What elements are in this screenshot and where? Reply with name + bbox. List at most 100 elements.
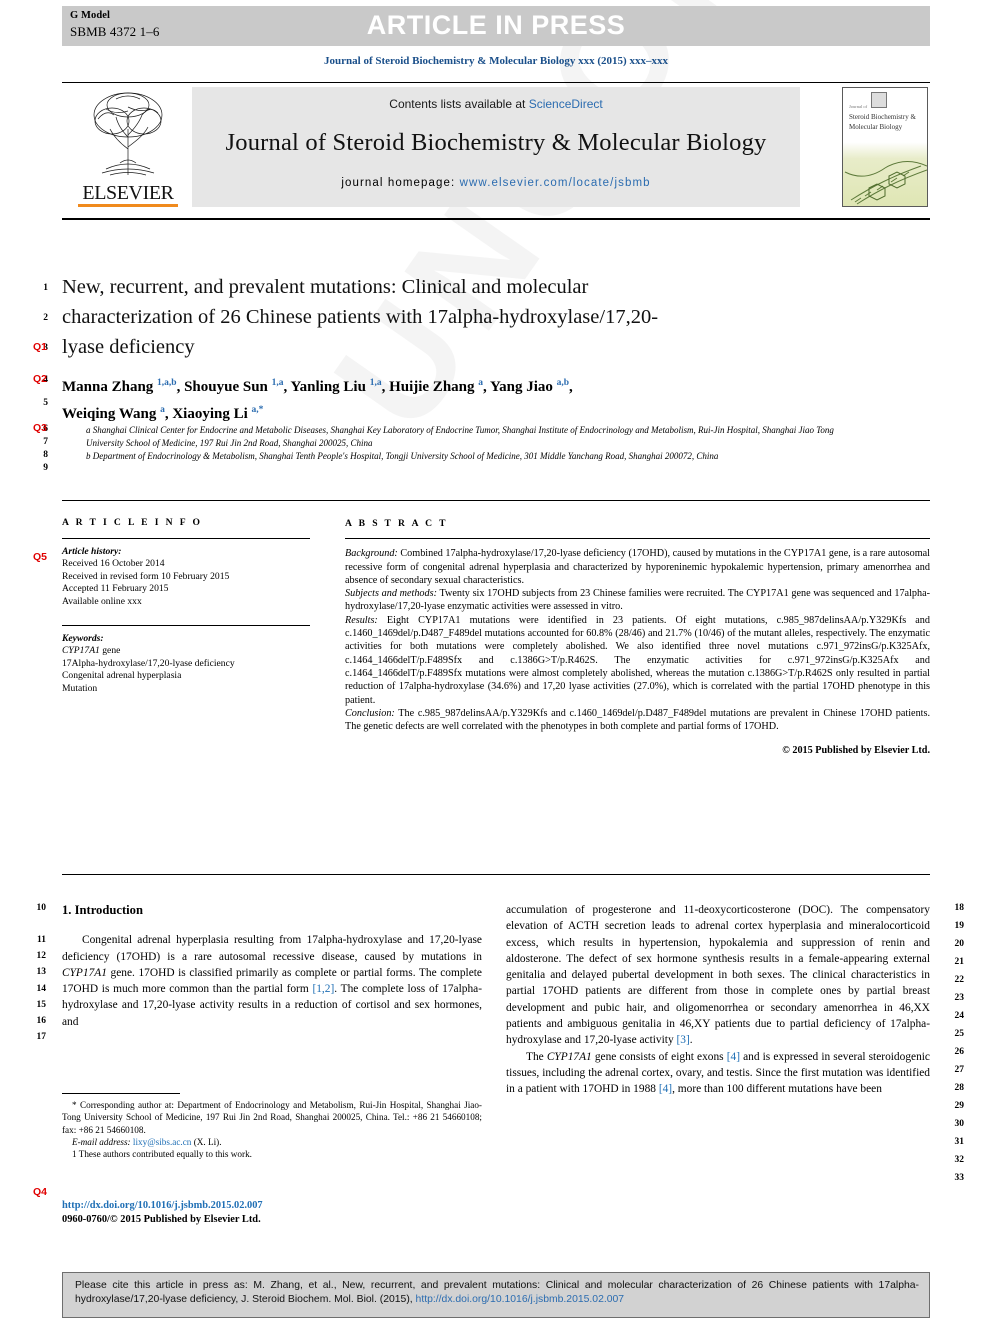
query-tag-q1[interactable]: Q1 — [33, 341, 47, 353]
line-number: 31 — [954, 1137, 965, 1147]
query-tag-q3[interactable]: Q3 — [33, 422, 47, 434]
line-number: 14 — [36, 984, 47, 994]
abstract-results: Results: Eight CYP17A1 mutations were id… — [345, 614, 930, 707]
line-number: 15 — [36, 1000, 47, 1010]
footnote-divider — [62, 1093, 180, 1094]
line-number: 8 — [43, 450, 48, 460]
history-item: Received 16 October 2014 — [62, 558, 165, 570]
journal-title: Journal of Steroid Biochemistry & Molecu… — [225, 129, 767, 156]
author-line-2: Weiqing Wang a, Xiaoying Li a,* — [62, 405, 264, 422]
article-in-press-text: ARTICLE IN PRESS — [366, 10, 626, 40]
line-number: 13 — [36, 967, 47, 977]
affiliations: a Shanghai Clinical Center for Endocrine… — [86, 424, 846, 464]
doi-link[interactable]: http://dx.doi.org/10.1016/j.jsbmb.2015.0… — [62, 1199, 482, 1213]
equal-contribution-note: 1 These authors contributed equally to t… — [72, 1149, 252, 1160]
title-line-1: New, recurrent, and prevalent mutations:… — [62, 276, 589, 298]
abstract-background: Background: Combined 17alpha-hydroxylase… — [345, 547, 930, 587]
abstract-heading: A B S T R A C T — [345, 518, 448, 529]
line-number: 33 — [954, 1173, 965, 1183]
footnote-block: * Corresponding author at: Department of… — [62, 1093, 482, 1160]
line-number: 12 — [36, 951, 47, 961]
query-tag-q4[interactable]: Q4 — [33, 1186, 47, 1198]
issn-copyright-line: 0960-0760/© 2015 Published by Elsevier L… — [62, 1214, 261, 1225]
line-number: 32 — [954, 1155, 965, 1165]
email-suffix: (X. Li). — [191, 1136, 222, 1147]
title-line-2: characterization of 26 Chinese patients … — [62, 306, 659, 328]
intro-paragraph-right-1: accumulation of progesterone and 11-deox… — [506, 904, 930, 1047]
info-divider-1 — [62, 537, 310, 539]
author-line-1: Manna Zhang 1,a,b, Shouyue Sun 1,a, Yanl… — [62, 378, 573, 395]
line-number: 20 — [954, 939, 965, 949]
query-tag-q5[interactable]: Q5 — [33, 551, 47, 563]
section-heading-introduction: 1. Introduction — [62, 903, 143, 917]
abstract-background-text: Combined 17alpha-hydroxylase/17,20-lyase… — [345, 548, 930, 586]
cover-dna-graphic — [844, 161, 927, 205]
cite-this-article-box: Please cite this article in press as: M.… — [62, 1272, 930, 1318]
affiliation-a: a Shanghai Clinical Center for Endocrine… — [86, 425, 834, 448]
line-number: 17 — [36, 1032, 47, 1042]
history-item: Received in revised form 10 February 201… — [62, 570, 230, 582]
intro-paragraph-left: Congenital adrenal hyperplasia resulting… — [62, 934, 482, 1028]
line-number: 27 — [954, 1065, 965, 1075]
cover-sub-label: Journal of — [849, 104, 868, 109]
line-number: 24 — [954, 1011, 965, 1021]
article-info-heading: A R T I C L E I N F O — [62, 517, 203, 528]
page-title: New, recurrent, and prevalent mutations:… — [62, 272, 742, 362]
keyword-item: 17Alpha-hydroxylase/17,20-lyase deficien… — [62, 657, 235, 669]
citation-doi-link[interactable]: http://dx.doi.org/10.1016/j.jsbmb.2015.0… — [416, 1294, 625, 1305]
line-number: 22 — [954, 975, 965, 985]
keyword-item: Congenital adrenal hyperplasia — [62, 670, 182, 682]
line-number: 29 — [954, 1101, 965, 1111]
abstract-bottom-rule — [62, 874, 930, 875]
line-number: 7 — [43, 437, 48, 447]
line-number: 18 — [954, 903, 965, 913]
history-item: Available online xxx — [62, 595, 142, 607]
email-link[interactable]: lixy@sibs.ac.cn — [133, 1137, 191, 1147]
abstract-conclusion: Conclusion: The c.985_987delinsAA/p.Y329… — [345, 707, 930, 734]
abstract-body: Background: Combined 17alpha-hydroxylase… — [345, 547, 930, 757]
article-info-column: A R T I C L E I N F O Article history: R… — [62, 517, 310, 696]
abstract-divider — [345, 538, 930, 540]
email-note: E-mail address: lixy@sibs.ac.cn (X. Li). — [62, 1136, 482, 1148]
affiliation-b: b Department of Endocrinology & Metaboli… — [86, 451, 719, 462]
contents-line: Contents lists available at ScienceDirec… — [192, 97, 800, 111]
abstract-column: A B S T R A C T Background: Combined 17a… — [345, 517, 930, 758]
title-line-3: lyase deficiency — [62, 336, 195, 358]
abstract-results-text: Eight CYP17A1 mutations were identified … — [345, 614, 930, 706]
corresponding-author-note: * Corresponding author at: Department of… — [62, 1100, 482, 1135]
sciencedirect-link[interactable]: ScienceDirect — [529, 97, 603, 111]
line-number: 21 — [954, 957, 965, 967]
abstract-conclusion-label: Conclusion: — [345, 707, 395, 719]
query-tag-q2[interactable]: Q2 — [33, 373, 47, 385]
line-number: 1 — [43, 283, 48, 293]
masthead-center: Contents lists available at ScienceDirec… — [192, 87, 800, 207]
cover-title-text: Steroid Biochemistry & Molecular Biology — [849, 113, 916, 132]
elsevier-wordmark: ELSEVIER — [82, 182, 174, 204]
homepage-url-link[interactable]: www.elsevier.com/locate/jsbmb — [460, 177, 651, 189]
abstract-conclusion-text: The c.985_987delinsAA/p.Y329Kfs and c.14… — [345, 707, 930, 733]
keyword-item: CYP17A1 gene — [62, 645, 121, 657]
line-number: 23 — [954, 993, 965, 1003]
line-number: 11 — [37, 935, 46, 945]
cite-this-article-text: Please cite this article in press as: M.… — [63, 1273, 929, 1308]
abstract-methods: Subjects and methods: Twenty six 17OHD s… — [345, 587, 930, 614]
line-number: 2 — [43, 313, 48, 323]
abstract-results-label: Results: — [345, 614, 378, 626]
elsevier-orange-bar — [78, 204, 178, 207]
line-number: 10 — [36, 903, 47, 913]
journal-masthead: ELSEVIER Contents lists available at Sci… — [62, 82, 930, 220]
body-right-column: accumulation of progesterone and 11-deox… — [506, 902, 930, 1098]
doi-block: http://dx.doi.org/10.1016/j.jsbmb.2015.0… — [62, 1199, 482, 1227]
abstract-methods-label: Subjects and methods: — [345, 588, 437, 600]
abstract-top-rule — [62, 500, 930, 501]
elsevier-tree-icon — [93, 92, 163, 176]
info-divider-2 — [62, 624, 310, 626]
cover-emblem-icon — [871, 92, 887, 108]
keyword-item: Mutation — [62, 682, 98, 694]
intro-paragraph-right-2: The CYP17A1 gene consists of eight exons… — [506, 1050, 930, 1096]
line-number: 16 — [36, 1016, 47, 1026]
line-number: 9 — [43, 463, 48, 473]
line-number: 5 — [43, 398, 48, 408]
abstract-background-label: Background: — [345, 548, 398, 560]
email-label: E-mail address: — [72, 1136, 131, 1147]
